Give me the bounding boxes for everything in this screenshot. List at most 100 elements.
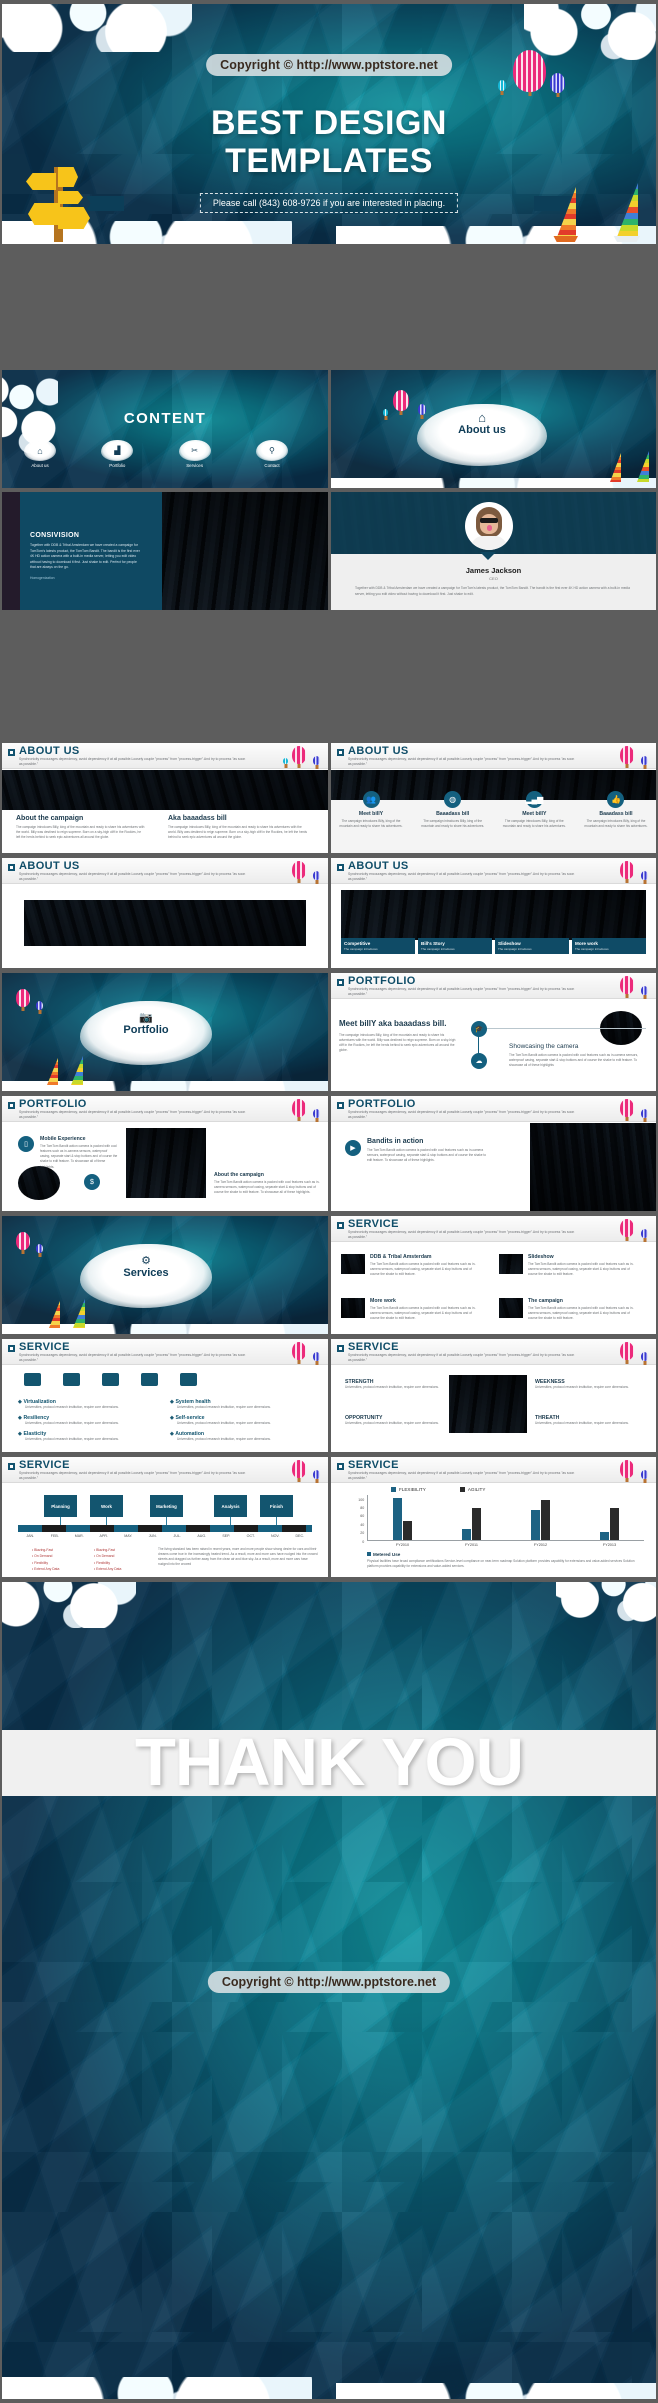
content-item-label: About us [31, 463, 49, 468]
bar[interactable] [610, 1507, 619, 1540]
list-item[interactable]: ◈ Automation Universities, protocol rese… [170, 1431, 310, 1442]
content-item-services[interactable]: ✂ Services [178, 440, 211, 468]
service-card[interactable]: DDB & Tribal Amsterdam The TomTom Bandit… [341, 1254, 479, 1277]
balloon-pink [620, 1460, 634, 1478]
service-card[interactable]: More work The TomTom Bandit action camer… [341, 1298, 479, 1321]
monitor-icon[interactable] [24, 1373, 41, 1386]
cloud-icon[interactable] [63, 1373, 80, 1386]
bar[interactable] [600, 1531, 609, 1540]
timeline-bar [18, 1525, 312, 1532]
balloon-blue [641, 1229, 648, 1238]
about-tab[interactable]: Slideshow The campaign introduces [495, 938, 569, 954]
balloon-blue [641, 756, 648, 765]
timeline-bullets-2: • Blazing-Fast • On Demand • Flexibility • … [94, 1547, 150, 1573]
list-item[interactable]: ◈ Self-service Universities, protocol re… [170, 1415, 310, 1426]
slide-thankyou: THANK YOU Copyright © http://www.pptstor… [2, 1582, 656, 2399]
timeline-milestone[interactable]: Analysis [214, 1495, 247, 1517]
mobile-icon[interactable]: ▯ [18, 1136, 34, 1152]
bar-group [368, 1495, 437, 1540]
bar[interactable] [531, 1509, 540, 1540]
list-item[interactable]: ◈ Elasticity Universities, protocol rese… [18, 1431, 148, 1442]
bar[interactable] [462, 1529, 471, 1540]
swot-quadrant[interactable]: OPPORTUNITY Universities, protocol resea… [345, 1415, 441, 1426]
service-card[interactable]: The campaign The TomTom Bandit action ca… [499, 1298, 637, 1321]
graduation-icon[interactable]: 🎓 [471, 1021, 487, 1037]
about-card[interactable]: ◍ Baaadass bill The campaign introduces … [417, 791, 489, 829]
balloon-pink [620, 1342, 634, 1360]
content-item-portfolio[interactable]: ▟ Portfolio [101, 440, 134, 468]
about-tab-sub: The campaign introduces [575, 947, 609, 951]
timeline-milestone[interactable]: Planning [44, 1495, 77, 1517]
photo-panel [24, 900, 306, 946]
swot-quadrant[interactable]: WEEKNESS Universities, protocol research… [535, 1379, 635, 1390]
about-card-body: The campaign introduces Billy, king of t… [339, 819, 403, 829]
bar[interactable] [393, 1497, 402, 1540]
profile-body: Together with DDB & Tribal Amsterdam we … [355, 586, 630, 596]
photo-thumb [341, 1254, 365, 1274]
avatar [465, 502, 513, 550]
about-tab[interactable]: Competitive The campaign introduces [341, 938, 415, 954]
sailboat-warm [552, 186, 578, 244]
x-tick: FY2013 [602, 1543, 617, 1547]
timeline-milestone[interactable]: Work [90, 1495, 123, 1517]
balloon-blue [641, 871, 648, 880]
lock-icon[interactable] [141, 1373, 158, 1386]
page-title: ABOUT US [348, 745, 409, 757]
bullet-icon [337, 979, 344, 986]
page-title: ABOUT US [19, 860, 80, 872]
server-icon[interactable] [102, 1373, 119, 1386]
about-card[interactable]: 👥 Meet billY The campaign introduces Bil… [335, 791, 407, 829]
page-title: CONTENT [123, 410, 207, 427]
about-card-list: 👥 Meet billY The campaign introduces Bil… [335, 791, 652, 829]
photo-panel [341, 890, 646, 940]
about-tab[interactable]: Bill's Story The campaign introduces [418, 938, 492, 954]
bar[interactable] [541, 1499, 550, 1540]
list-item[interactable]: ◈ Virtualization Universities, protocol … [18, 1399, 148, 1410]
about-card[interactable]: 👍 Baaadass bill The campaign introduces … [580, 791, 652, 829]
list-item[interactable]: ◈ System health Universities, protocol r… [170, 1399, 310, 1410]
bar[interactable] [472, 1507, 481, 1540]
timeline-stem [60, 1517, 61, 1525]
about-card[interactable]: ▂▄▆ Meet billY The campaign introduces B… [498, 791, 570, 829]
timeline-milestone[interactable]: Marketing [150, 1495, 183, 1517]
page-subtitle: Synchronicity encourages dependency, avo… [348, 1471, 575, 1481]
sailboat-rainbow [70, 1298, 86, 1332]
balloon-pink [620, 861, 634, 879]
cloud-icon[interactable]: ☁ [471, 1053, 487, 1069]
balloon-pink [620, 976, 634, 994]
thankyou-title: THANK YOU [134, 1725, 524, 1800]
portfolio-node-title: Showcasing the camera [509, 1043, 579, 1050]
list-item-body: Universities, protocol research institut… [25, 1405, 119, 1409]
service-card[interactable]: Slideshow The TomTom Bandit action camer… [499, 1254, 637, 1277]
content-item-about[interactable]: ⌂ About us [24, 440, 56, 468]
balloon-blue [36, 1244, 43, 1253]
play-icon[interactable]: ▶ [345, 1140, 361, 1156]
sailboat-warm [44, 1057, 59, 1089]
balloon-pink [292, 1342, 306, 1360]
photo-hand [530, 1123, 656, 1211]
about-tab[interactable]: More work The campaign introduces [572, 938, 646, 954]
about-card-body: The campaign introduces Billy, king of t… [584, 819, 648, 829]
y-tick: 60 [360, 1514, 365, 1519]
bar[interactable] [403, 1521, 412, 1540]
home-icon: ⌂ [478, 410, 486, 425]
balloon-blue [641, 1109, 648, 1118]
timeline-milestone[interactable]: Finish [260, 1495, 293, 1517]
legend-swatch-icon [391, 1487, 396, 1492]
swot-quadrant[interactable]: STRENGTH Universities, protocol research… [345, 1379, 441, 1390]
dollar-icon[interactable]: $ [84, 1174, 100, 1190]
content-item-label: Services [186, 463, 204, 468]
gear-icon[interactable] [180, 1373, 197, 1386]
about-tab-title: Competitive [344, 941, 371, 946]
thumbs-up-icon: 👍 [607, 791, 625, 808]
portfolio-item-title: Mobile Experience [40, 1136, 86, 1142]
timeline-bullet: • Extend Any Data [94, 1567, 122, 1572]
legend-label: FLEXIBILITY [399, 1487, 426, 1492]
slide-service-divider: ⚙ Services [2, 1216, 328, 1334]
list-item[interactable]: ◈ Resiliency Universities, protocol rese… [18, 1415, 148, 1426]
swot-quadrant[interactable]: THREATH Universities, protocol research … [535, 1415, 635, 1426]
balloon-pink [393, 390, 409, 411]
chart-footnote-body: Physical facilities have broad complianc… [367, 1559, 635, 1569]
bullet-icon [8, 864, 15, 871]
content-item-contact[interactable]: ⚲ Contact [255, 440, 288, 468]
